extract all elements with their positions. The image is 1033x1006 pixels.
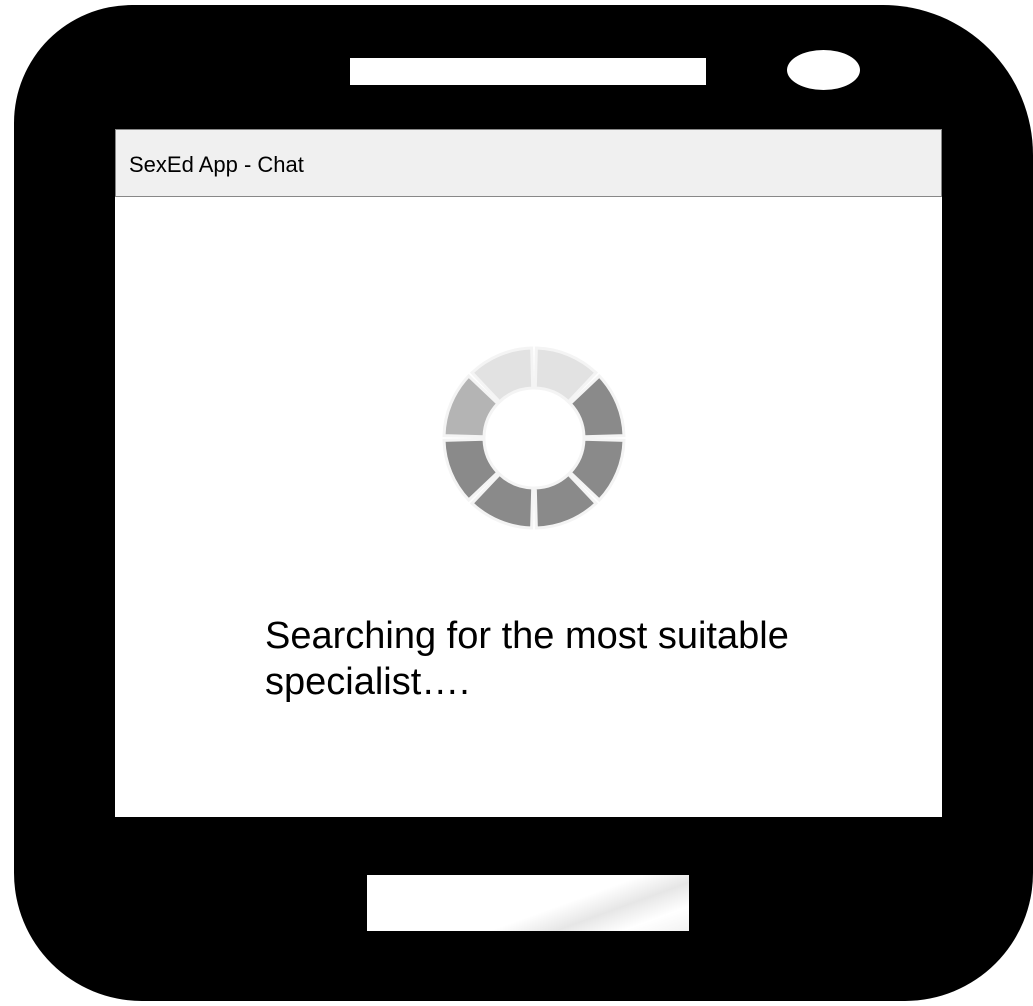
phone-screen: SexEd App - Chat Searching for the most … [115,129,942,817]
loading-spinner-icon [442,346,626,530]
home-button[interactable] [367,875,689,931]
status-message: Searching for the most suitable speciali… [265,615,789,703]
phone-camera [787,50,860,90]
app-title: SexEd App - Chat [129,152,304,177]
title-bar: SexEd App - Chat [115,129,942,197]
phone-speaker [350,58,706,85]
